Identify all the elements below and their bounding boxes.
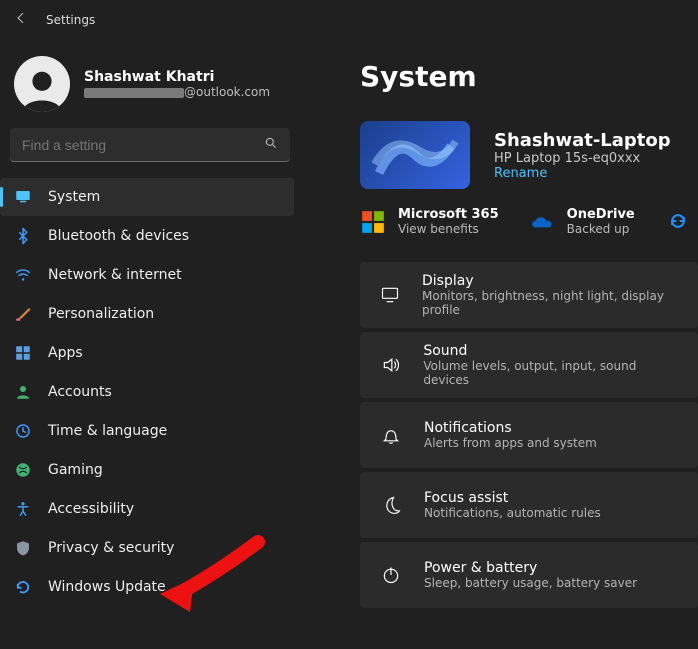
card-title: Focus assist [424,490,601,506]
person-icon [14,383,32,401]
ms365-sub: View benefits [398,222,499,236]
services-row: Microsoft 365 View benefits OneDrive Bac… [360,207,698,236]
sidebar-item-personalization[interactable]: Personalization [0,295,294,333]
bluetooth-icon [14,227,32,245]
accessibility-icon [14,500,32,518]
avatar [14,56,70,112]
brush-icon [14,305,32,323]
sidebar-item-label: System [48,189,100,205]
card-title: Notifications [424,420,597,436]
user-email: @outlook.com [84,85,270,99]
user-text: Shashwat Khatri @outlook.com [84,69,270,99]
sidebar-item-label: Network & internet [48,267,182,283]
device-row: Shashwat-Laptop HP Laptop 15s-eq0xxx Ren… [360,121,698,189]
moon-icon [380,494,402,516]
service-ms365[interactable]: Microsoft 365 View benefits [360,207,499,236]
globe-clock-icon [14,422,32,440]
window-title: Settings [46,13,95,27]
power-icon [380,564,402,586]
search-input[interactable] [22,137,242,153]
card-sub: Monitors, brightness, night light, displ… [422,289,678,317]
sidebar-item-apps[interactable]: Apps [0,334,294,372]
sidebar-item-label: Privacy & security [48,540,174,556]
user-name: Shashwat Khatri [84,69,270,85]
rename-link[interactable]: Rename [494,166,671,181]
sidebar-item-label: Apps [48,345,83,361]
page-title: System [360,60,698,93]
onedrive-title: OneDrive [567,207,635,222]
sidebar-item-label: Bluetooth & devices [48,228,189,244]
onedrive-icon [529,209,555,235]
sidebar-item-label: Time & language [48,423,167,439]
card-sub: Alerts from apps and system [424,436,597,450]
right-pane: System Shashwat-Laptop HP Laptop 15s-eq0… [310,36,698,649]
sound-icon [380,354,401,376]
card-sub: Volume levels, output, input, sound devi… [423,359,678,387]
sidebar-item-label: Windows Update [48,579,166,595]
email-redacted [84,88,184,98]
card-notifications[interactable]: Notifications Alerts from apps and syste… [360,402,698,468]
sidebar-item-label: Accessibility [48,501,134,517]
card-power[interactable]: Power & battery Sleep, battery usage, ba… [360,542,698,608]
sidebar-item-system[interactable]: System [0,178,294,216]
onedrive-sub: Backed up [567,222,635,236]
service-onedrive[interactable]: OneDrive Backed up [529,207,635,236]
sidebar-item-privacy[interactable]: Privacy & security [0,529,294,567]
update-icon [14,578,32,596]
card-title: Power & battery [424,560,637,576]
card-sound[interactable]: Sound Volume levels, output, input, soun… [360,332,698,398]
email-domain: @outlook.com [184,85,270,99]
sidebar-item-label: Accounts [48,384,112,400]
bell-icon [380,424,402,446]
wifi-icon [14,266,32,284]
sidebar-item-label: Gaming [48,462,103,478]
apps-icon [14,344,32,362]
user-row[interactable]: Shashwat Khatri @outlook.com [0,46,300,128]
sync-icon[interactable] [668,211,688,231]
ms365-icon [360,209,386,235]
sidebar-item-bluetooth[interactable]: Bluetooth & devices [0,217,294,255]
sidebar-item-time[interactable]: Time & language [0,412,294,450]
search-box[interactable] [10,128,290,162]
card-sub: Notifications, automatic rules [424,506,601,520]
sidebar-item-accounts[interactable]: Accounts [0,373,294,411]
card-display[interactable]: Display Monitors, brightness, night ligh… [360,262,698,328]
sidebar-item-label: Personalization [48,306,154,322]
sidebar-item-gaming[interactable]: Gaming [0,451,294,489]
card-sub: Sleep, battery usage, battery saver [424,576,637,590]
card-title: Display [422,273,678,289]
ms365-title: Microsoft 365 [398,207,499,222]
xbox-icon [14,461,32,479]
search-icon [264,136,278,154]
shield-icon [14,539,32,557]
titlebar: Settings [0,0,698,36]
system-icon [14,188,32,206]
sidebar-item-network[interactable]: Network & internet [0,256,294,294]
sidebar-item-update[interactable]: Windows Update [0,568,294,606]
display-icon [380,284,400,306]
sidebar-item-accessibility[interactable]: Accessibility [0,490,294,528]
left-pane: Shashwat Khatri @outlook.com System Blue… [0,36,300,607]
wallpaper-thumb [360,121,470,189]
device-name: Shashwat-Laptop [494,130,671,151]
nav: System Bluetooth & devices Network & int… [0,178,300,606]
card-focus[interactable]: Focus assist Notifications, automatic ru… [360,472,698,538]
back-icon[interactable] [14,11,28,29]
card-title: Sound [423,343,678,359]
device-model: HP Laptop 15s-eq0xxx [494,151,671,166]
settings-cards: Display Monitors, brightness, night ligh… [360,262,698,608]
